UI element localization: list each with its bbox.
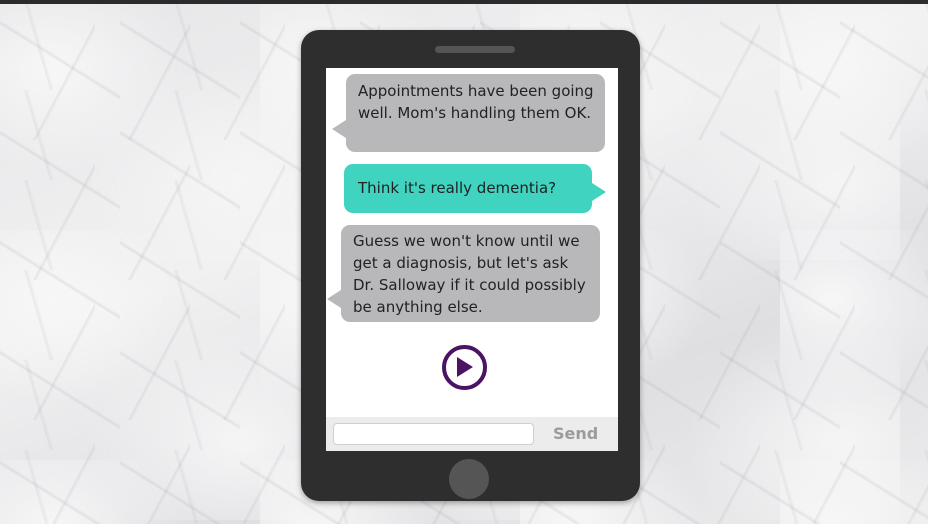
message-input[interactable] [333, 423, 534, 445]
phone-device: Appointments have been going well. Mom's… [301, 30, 640, 501]
incoming-message-bubble: Guess we won't know until we get a diagn… [327, 225, 600, 322]
incoming-message-bubble: Appointments have been going well. Mom's… [332, 74, 605, 152]
play-icon [457, 357, 473, 377]
outgoing-message-bubble: Think it's really dementia? [344, 164, 606, 213]
send-button[interactable]: Send [553, 421, 598, 447]
top-edge-strip [0, 0, 928, 4]
phone-speaker [435, 46, 515, 53]
home-button[interactable] [449, 459, 489, 499]
message-compose-bar: Send [326, 417, 618, 451]
play-button[interactable] [442, 345, 487, 390]
phone-screen: Appointments have been going well. Mom's… [326, 68, 618, 451]
